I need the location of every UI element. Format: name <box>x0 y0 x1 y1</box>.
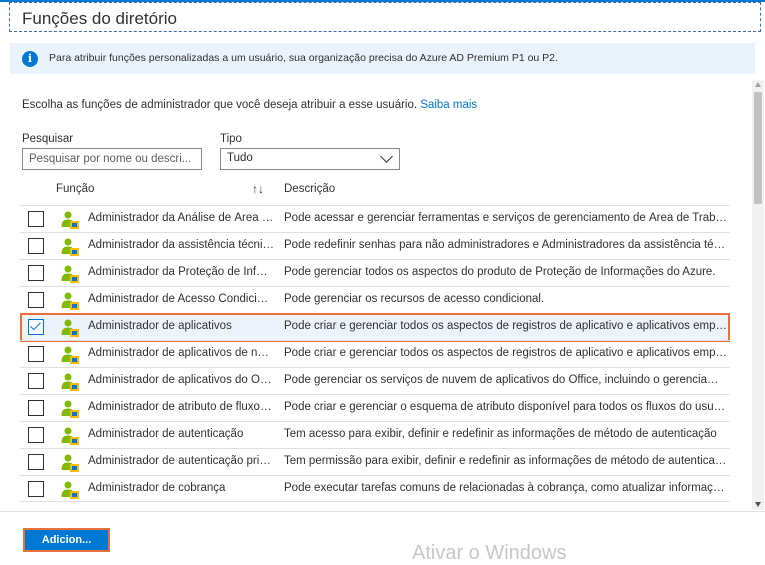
table-row[interactable]: Administrador de cobrança Pode executar t… <box>20 475 730 502</box>
admin-role-icon <box>60 372 80 392</box>
info-text: Para atribuir funções personalizadas a u… <box>49 52 558 64</box>
learn-more-link[interactable]: Saiba mais <box>420 99 477 111</box>
role-name: Administrador de aplicativos do Office <box>88 374 274 386</box>
row-checkbox[interactable] <box>28 211 44 227</box>
table-row[interactable]: Administrador de Acesso Condicional Pode … <box>20 286 730 313</box>
role-name: Administrador da Proteção de Informações <box>88 266 274 278</box>
sort-icon[interactable]: ↑↓ <box>252 182 264 196</box>
search-input[interactable] <box>22 148 202 170</box>
admin-role-icon <box>60 426 80 446</box>
row-checkbox[interactable] <box>28 319 44 335</box>
table-row[interactable]: Administrador de atributo de fluxos de u… <box>20 394 730 421</box>
admin-role-icon <box>60 237 80 257</box>
table-row[interactable]: Administrador de autenticação privilegia… <box>20 448 730 475</box>
table-row[interactable]: Administrador da assistência técnica Pode… <box>20 232 730 259</box>
role-name: Administrador de autenticação <box>88 428 244 440</box>
role-description: Pode executar tarefas comuns de relacion… <box>284 482 728 494</box>
role-name: Administrador da Análise de Área de Trab… <box>88 212 274 224</box>
role-description: Pode criar e gerenciar o esquema de atri… <box>284 401 728 413</box>
role-description: Tem acesso para exibir, definir e redefi… <box>284 428 717 440</box>
scroll-down-arrow-icon[interactable] <box>755 502 761 507</box>
scroll-thumb[interactable] <box>754 92 762 204</box>
table-row[interactable]: Administrador da Proteção de Informações… <box>20 259 730 286</box>
admin-role-icon <box>60 345 80 365</box>
info-banner: i Para atribuir funções personalizadas a… <box>10 43 755 74</box>
row-checkbox[interactable] <box>28 238 44 254</box>
row-checkbox[interactable] <box>28 454 44 470</box>
role-description: Tem permissão para exibir, definir e red… <box>284 455 728 467</box>
footer-divider <box>0 511 765 512</box>
role-name: Administrador de autenticação privilegia… <box>88 455 274 467</box>
type-dropdown[interactable]: Tudo <box>220 148 400 170</box>
intro-text: Escolha as funções de administrador que … <box>22 99 477 111</box>
role-description: Pode gerenciar todos os aspectos do prod… <box>284 266 716 278</box>
admin-role-icon <box>60 210 80 230</box>
title-focus-box: Funções do diretório <box>9 2 761 32</box>
row-checkbox[interactable] <box>28 346 44 362</box>
chevron-down-icon <box>380 150 393 163</box>
role-description: Pode gerenciar os recursos de acesso con… <box>284 293 545 305</box>
table-row[interactable]: Administrador de aplicativos Pode criar e… <box>20 313 730 342</box>
admin-role-icon <box>60 291 80 311</box>
row-checkbox[interactable] <box>28 400 44 416</box>
role-description: Pode gerenciar os serviços de nuvem de a… <box>284 374 728 386</box>
role-name: Administrador de aplicativos de nuvem <box>88 347 274 359</box>
admin-role-icon <box>60 480 80 500</box>
role-description: Pode criar e gerenciar todos os aspectos… <box>284 320 728 332</box>
row-checkbox[interactable] <box>28 481 44 497</box>
roles-table: Administrador da Análise de Área de Trab… <box>20 205 730 502</box>
role-description: Pode acessar e gerenciar ferramentas e s… <box>284 212 728 224</box>
admin-role-icon <box>60 399 80 419</box>
add-button[interactable]: Adicion... <box>23 528 110 552</box>
table-row[interactable]: Administrador de autenticação Tem acesso … <box>20 421 730 448</box>
admin-role-icon <box>60 264 80 284</box>
search-label: Pesquisar <box>22 133 74 145</box>
role-description: Pode redefinir senhas para não administr… <box>284 239 728 251</box>
intro-label: Escolha as funções de administrador que … <box>22 99 418 111</box>
role-name: Administrador de Acesso Condicional <box>88 293 274 305</box>
row-checkbox[interactable] <box>28 292 44 308</box>
row-checkbox[interactable] <box>28 265 44 281</box>
role-name: Administrador de aplicativos <box>88 320 232 332</box>
column-header-description: Descrição <box>284 183 336 195</box>
admin-role-icon <box>60 453 80 473</box>
panel-title: Funções do diretório <box>22 9 177 28</box>
role-name: Administrador de cobrança <box>88 482 226 494</box>
admin-role-icon <box>60 318 80 338</box>
type-value: Tudo <box>227 152 253 164</box>
table-row[interactable]: Administrador da Análise de Área de Trab… <box>20 205 730 232</box>
row-checkbox[interactable] <box>28 427 44 443</box>
role-description: Pode criar e gerenciar todos os aspectos… <box>284 347 728 359</box>
vertical-scrollbar[interactable] <box>752 80 764 510</box>
role-name: Administrador de atributo de fluxos de u… <box>88 401 274 413</box>
info-icon: i <box>22 51 38 67</box>
row-checkbox[interactable] <box>28 373 44 389</box>
scroll-up-arrow-icon[interactable] <box>755 82 761 87</box>
type-label: Tipo <box>220 133 242 145</box>
role-name: Administrador da assistência técnica <box>88 239 274 251</box>
column-header-role[interactable]: Função <box>56 183 94 195</box>
table-row[interactable]: Administrador de aplicativos do Office Po… <box>20 367 730 394</box>
table-row[interactable]: Administrador de aplicativos de nuvem Pod… <box>20 340 730 367</box>
